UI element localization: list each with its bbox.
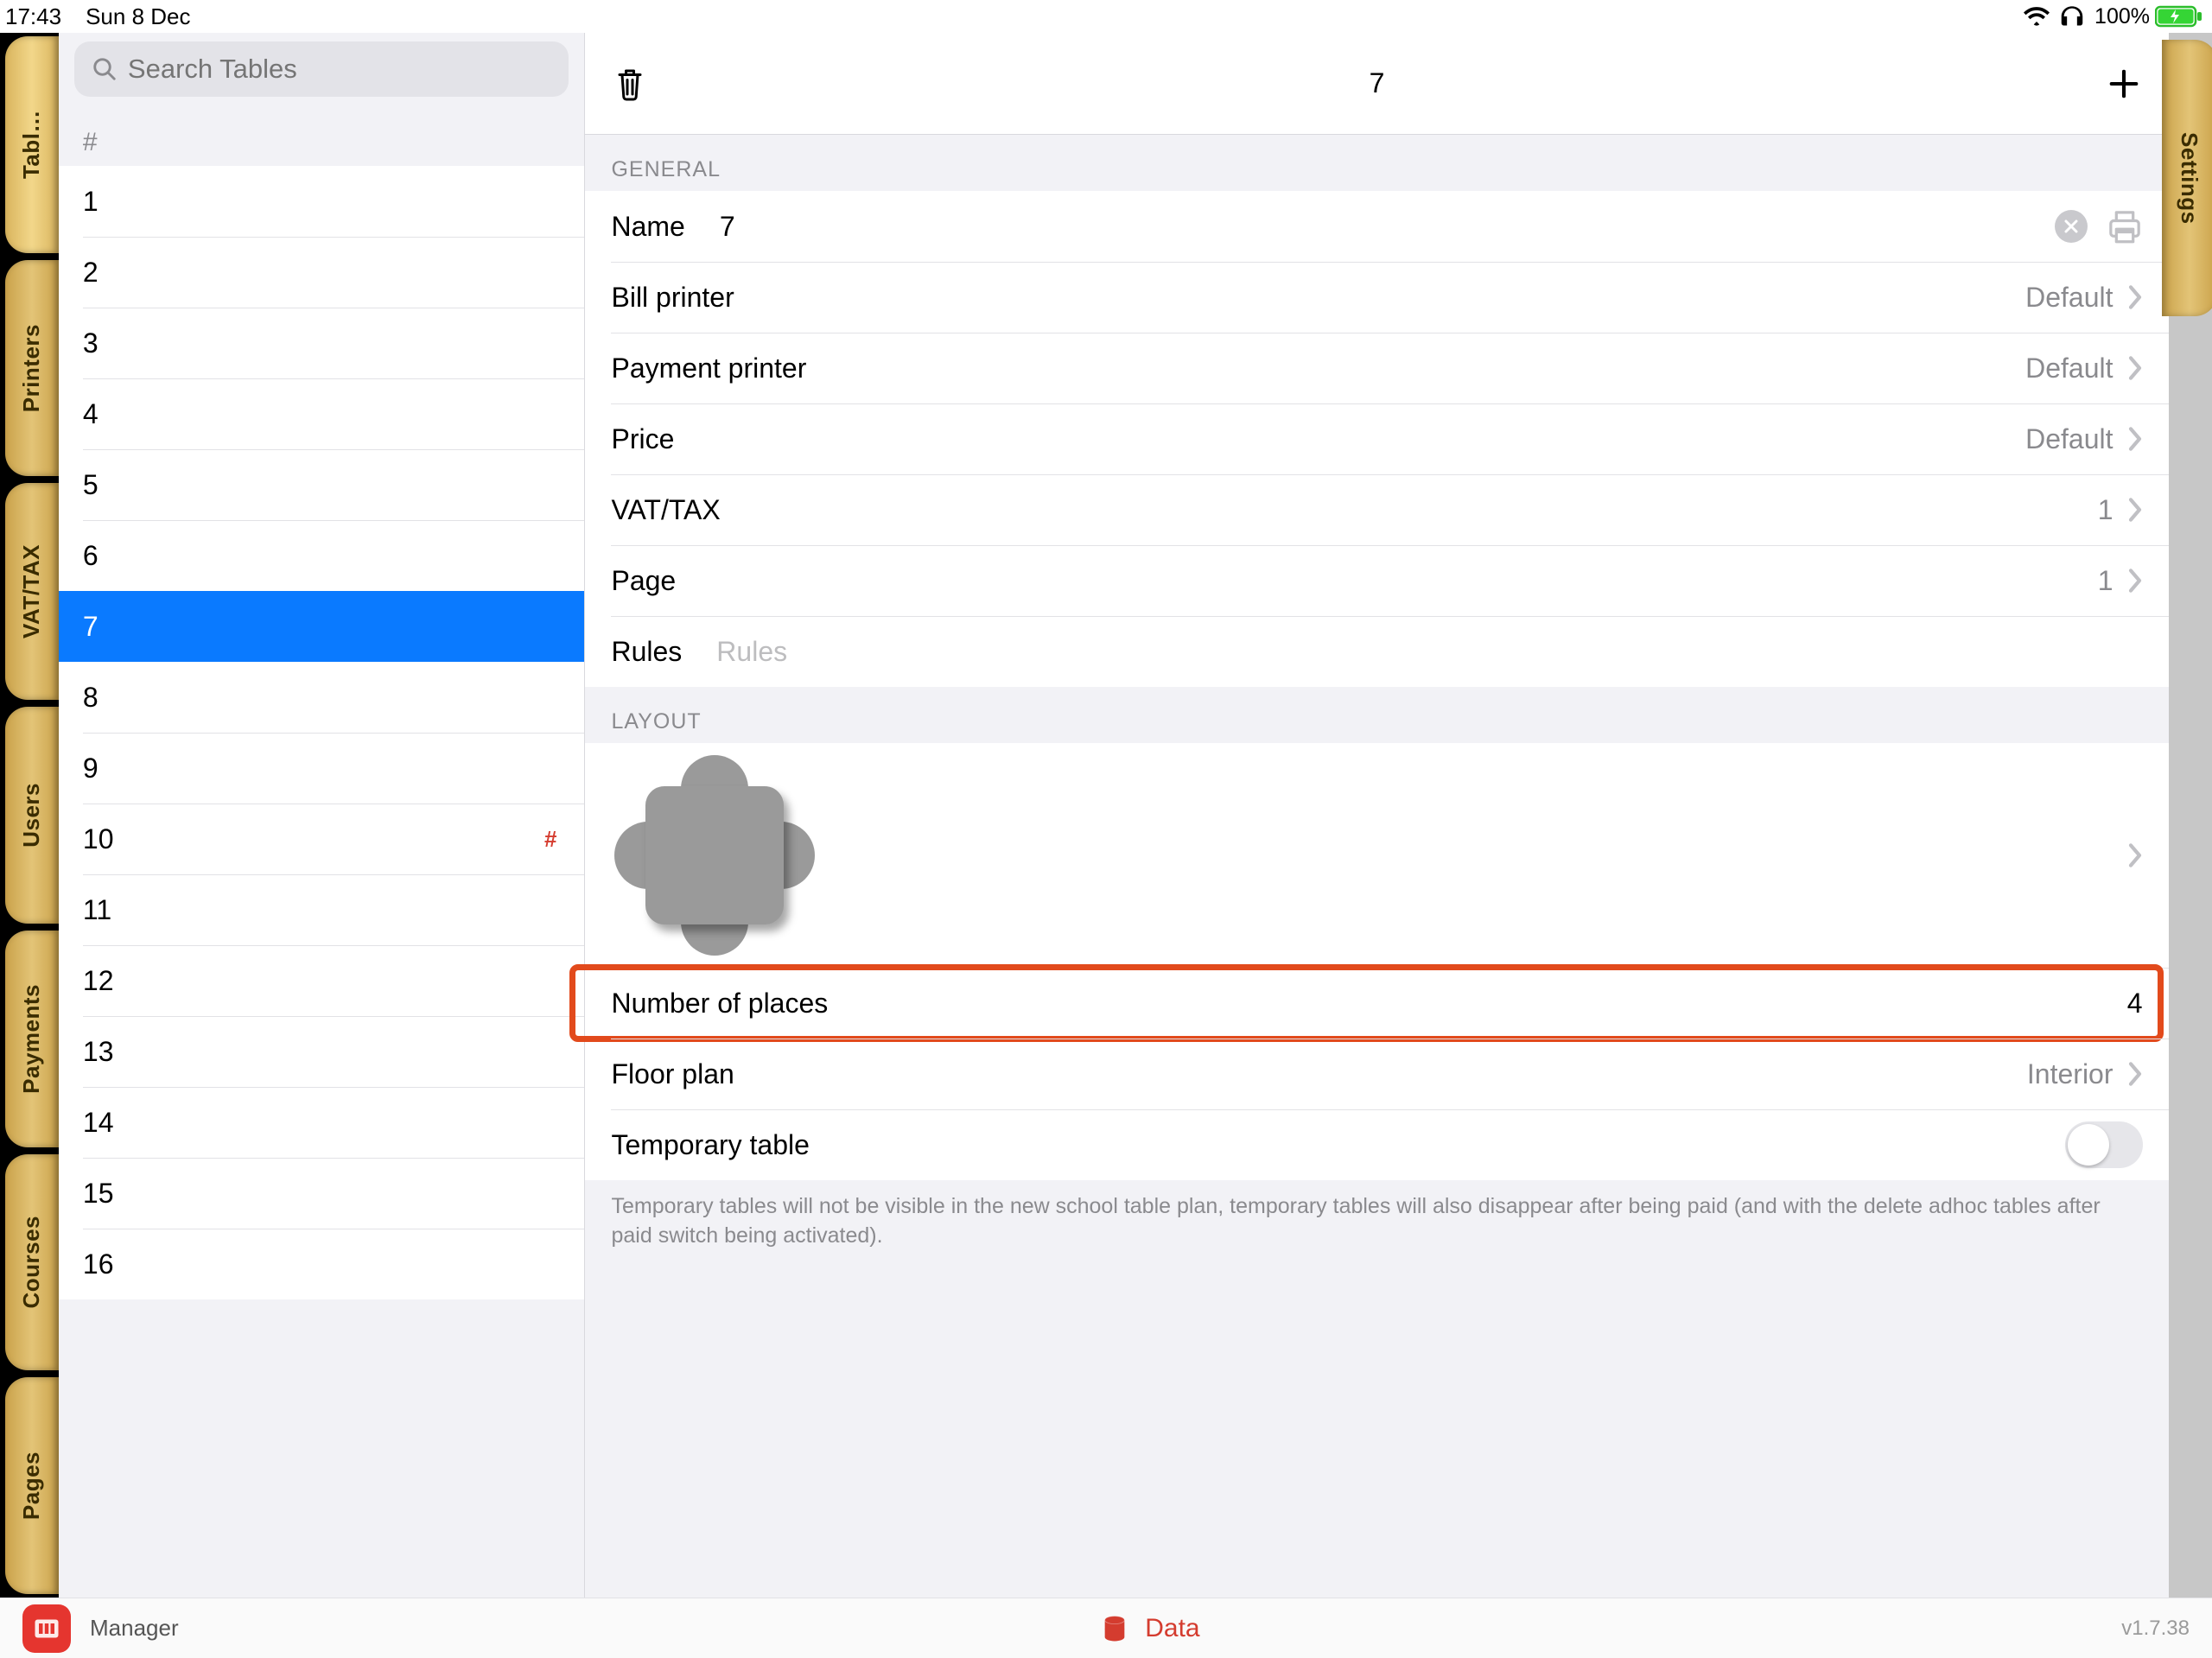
table-row[interactable]: 11 (59, 874, 585, 945)
headphones-icon (2060, 5, 2084, 28)
left-tab-pages[interactable]: Pages (5, 1377, 59, 1594)
table-row[interactable]: 15 (59, 1158, 585, 1229)
table-row-label: 1 (83, 186, 99, 218)
table-row[interactable]: 4 (59, 378, 585, 449)
table-row-label: 10 (83, 823, 114, 855)
table-row[interactable]: 16 (59, 1229, 585, 1299)
left-tab-users[interactable]: Users (5, 707, 59, 924)
table-row-label: 9 (83, 753, 99, 785)
section-layout-label: LAYOUT (585, 687, 2168, 743)
row-payment-printer[interactable]: Payment printer Default (585, 333, 2168, 403)
left-tab-courses[interactable]: Courses (5, 1154, 59, 1371)
table-row[interactable]: 6 (59, 520, 585, 591)
detail-header: 7 (585, 33, 2168, 135)
table-row-label: 2 (83, 257, 99, 289)
chevron-right-icon (2127, 355, 2143, 381)
chevron-right-icon (2127, 842, 2143, 868)
table-row[interactable]: 12 (59, 945, 585, 1016)
temporary-table-toggle[interactable] (2065, 1121, 2143, 1168)
table-row-label: 12 (83, 965, 114, 997)
table-row-label: 7 (83, 611, 99, 643)
places-value: 4 (2127, 988, 2143, 1020)
table-row[interactable]: 14 (59, 1087, 585, 1158)
table-row-label: 16 (83, 1248, 114, 1280)
list-header: # (59, 109, 585, 166)
row-temporary-table[interactable]: Temporary table (585, 1109, 2168, 1180)
table-row[interactable]: 8 (59, 662, 585, 733)
row-number-of-places[interactable]: Number of places 4 (585, 968, 2168, 1039)
status-date: Sun 8 Dec (86, 3, 190, 30)
table-row[interactable]: 7 (59, 591, 585, 662)
app-logo-icon[interactable] (22, 1604, 71, 1653)
status-bar: 17:43 Sun 8 Dec 100% (0, 0, 2212, 33)
table-row-label: 15 (83, 1178, 114, 1210)
chevron-right-icon (2127, 426, 2143, 452)
chevron-right-icon (2127, 284, 2143, 310)
row-table-shape[interactable] (585, 743, 2168, 968)
row-page[interactable]: Page 1 (585, 545, 2168, 616)
table-row-label: 3 (83, 327, 99, 359)
name-value[interactable]: 7 (720, 211, 735, 243)
row-name[interactable]: Name 7 (585, 191, 2168, 262)
delete-button[interactable] (609, 63, 651, 105)
search-input[interactable] (128, 54, 552, 85)
table-row[interactable]: 3 (59, 308, 585, 378)
table-row-label: 11 (83, 894, 111, 926)
table-row-label: 13 (83, 1036, 114, 1068)
sidebar: # 12345678910#111213141516 (59, 33, 586, 1598)
footer: Manager Data v1.7.38 (0, 1598, 2212, 1658)
name-label: Name (611, 211, 684, 243)
search-icon (92, 56, 118, 82)
table-row[interactable]: 13 (59, 1016, 585, 1087)
table-row-label: 8 (83, 682, 99, 714)
table-row-label: 4 (83, 398, 99, 430)
left-tab-payments[interactable]: Payments (5, 931, 59, 1147)
temporary-table-note: Temporary tables will not be visible in … (585, 1180, 2168, 1277)
search-field[interactable] (74, 41, 569, 97)
battery-percent: 100% (2094, 4, 2150, 29)
left-tab-printers[interactable]: Printers (5, 260, 59, 477)
table-row-badge: # (544, 826, 560, 853)
detail-title: 7 (651, 67, 2102, 99)
table-list: 12345678910#111213141516 (59, 166, 585, 1598)
battery-indicator: 100% (2094, 4, 2203, 29)
chevron-right-icon (2127, 1061, 2143, 1087)
left-tab-vattax[interactable]: VAT/TAX (5, 483, 59, 700)
row-price[interactable]: Price Default (585, 403, 2168, 474)
right-tab-rail: Settings (2169, 33, 2212, 1598)
table-row[interactable]: 5 (59, 449, 585, 520)
detail-pane: 7 GENERAL Name 7 Bill printer (585, 33, 2168, 1598)
table-row[interactable]: 2 (59, 237, 585, 308)
row-bill-printer[interactable]: Bill printer Default (585, 262, 2168, 333)
table-row-label: 6 (83, 540, 99, 572)
print-icon[interactable] (2107, 209, 2143, 244)
wifi-icon (2024, 6, 2050, 27)
table-shape-preview (620, 760, 810, 950)
row-rules[interactable]: Rules Rules (585, 616, 2168, 687)
footer-data-button[interactable]: Data (179, 1614, 2122, 1643)
table-row-label: 5 (83, 469, 99, 501)
row-floor-plan[interactable]: Floor plan Interior (585, 1039, 2168, 1109)
table-row[interactable]: 10 # (59, 804, 585, 874)
chevron-right-icon (2127, 497, 2143, 523)
add-button[interactable] (2103, 63, 2145, 105)
left-tab-tabl[interactable]: Tabl… (5, 36, 59, 253)
footer-role: Manager (90, 1615, 179, 1642)
status-time: 17:43 (5, 3, 61, 30)
database-icon (1100, 1614, 1129, 1643)
section-general-label: GENERAL (585, 135, 2168, 191)
clear-name-button[interactable] (2055, 210, 2088, 243)
footer-version: v1.7.38 (2121, 1617, 2190, 1641)
row-vat[interactable]: VAT/TAX 1 (585, 474, 2168, 545)
table-row[interactable]: 1 (59, 166, 585, 237)
table-row-label: 14 (83, 1107, 114, 1139)
chevron-right-icon (2127, 568, 2143, 594)
table-row[interactable]: 9 (59, 733, 585, 804)
right-tab-settings[interactable]: Settings (2162, 40, 2212, 316)
left-tab-rail: Tabl… Printers VAT/TAX Users Payments Courses… (0, 33, 59, 1598)
